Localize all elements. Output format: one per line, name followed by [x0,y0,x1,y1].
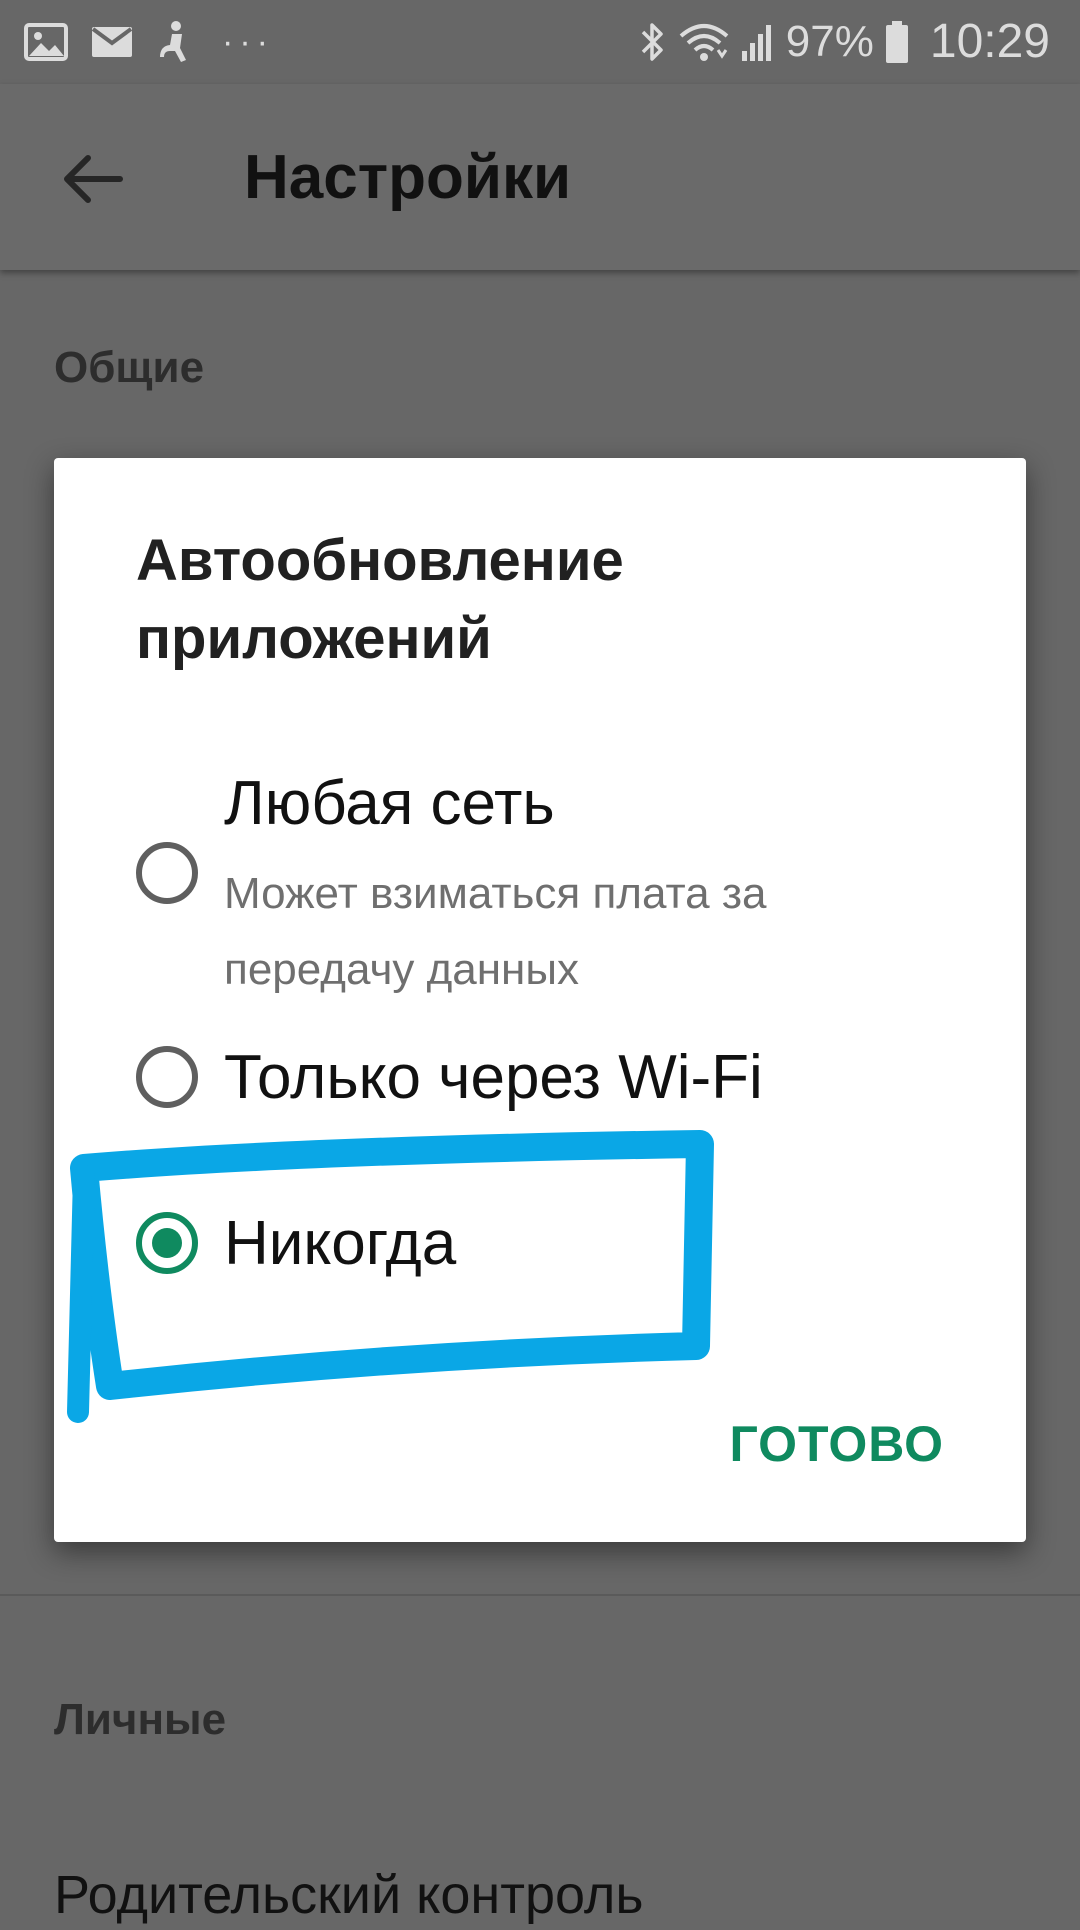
status-clock: 10:29 [929,15,1050,68]
section-divider [0,1594,1080,1596]
mail-icon [90,25,134,59]
status-notifications: ··· [24,20,274,64]
page-title: Настройки [244,143,572,212]
signal-icon [740,21,776,63]
back-arrow-icon[interactable] [58,144,128,214]
app-bar: Настройки [0,84,1080,270]
section-header-general: Общие [54,343,205,392]
battery-percent: 97% [785,17,874,66]
status-bar: ··· 97% 10:29 [0,0,1080,84]
radio-never[interactable] [136,1212,198,1274]
section-header-personal: Личные [54,1695,227,1744]
option-label-wifi-only[interactable]: Только через Wi-Fi [224,1038,763,1118]
dialog-title: Автообновление приложений [136,528,624,671]
done-button[interactable]: ГОТОВО [729,1412,944,1476]
more-notifications-icon: ··· [222,23,274,61]
battery-icon [884,20,910,64]
option-label-never[interactable]: Никогда [224,1204,456,1284]
accessibility-icon [156,20,192,64]
option-sublabel-any-network: Может взиматься плата за передачу данных [224,869,767,994]
option-label-any-network[interactable]: Любая сеть [224,764,555,844]
wifi-icon [678,20,730,64]
gallery-icon [24,23,68,61]
status-system: 97% 10:29 [638,14,1050,70]
bluetooth-icon [638,19,668,65]
radio-any-network[interactable] [136,842,198,904]
auto-update-dialog: Автообновление приложений Любая сеть Мож… [54,458,1026,1542]
radio-wifi-only[interactable] [136,1046,198,1108]
